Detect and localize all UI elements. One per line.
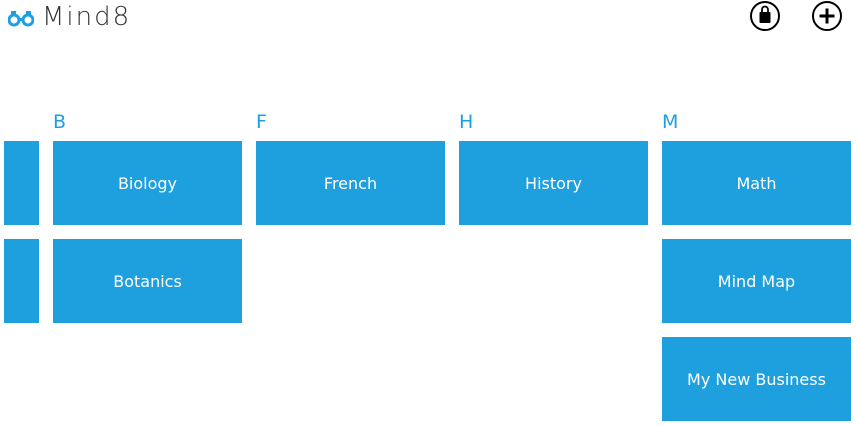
tile-my-new-business[interactable]: My New Business [662,337,851,421]
plus-circle-icon[interactable] [811,0,843,32]
tile-french[interactable]: French [256,141,445,225]
tile-math[interactable]: Math [662,141,851,225]
partial-tile-row2[interactable] [4,239,39,323]
tile-botanics[interactable]: Botanics [53,239,242,323]
tile-mind-map[interactable]: Mind Map [662,239,851,323]
partial-tile-row1[interactable] [4,141,39,225]
tile-history[interactable]: History [459,141,648,225]
app-title: Mind8 [42,2,132,32]
binoculars-icon [8,11,34,27]
group-header-f: F [256,111,267,133]
group-header-h: H [459,111,474,133]
tile-biology[interactable]: Biology [53,141,242,225]
group-header-b: B [53,111,67,133]
group-header-m: M [662,111,679,133]
shopping-bag-icon[interactable] [749,0,781,32]
